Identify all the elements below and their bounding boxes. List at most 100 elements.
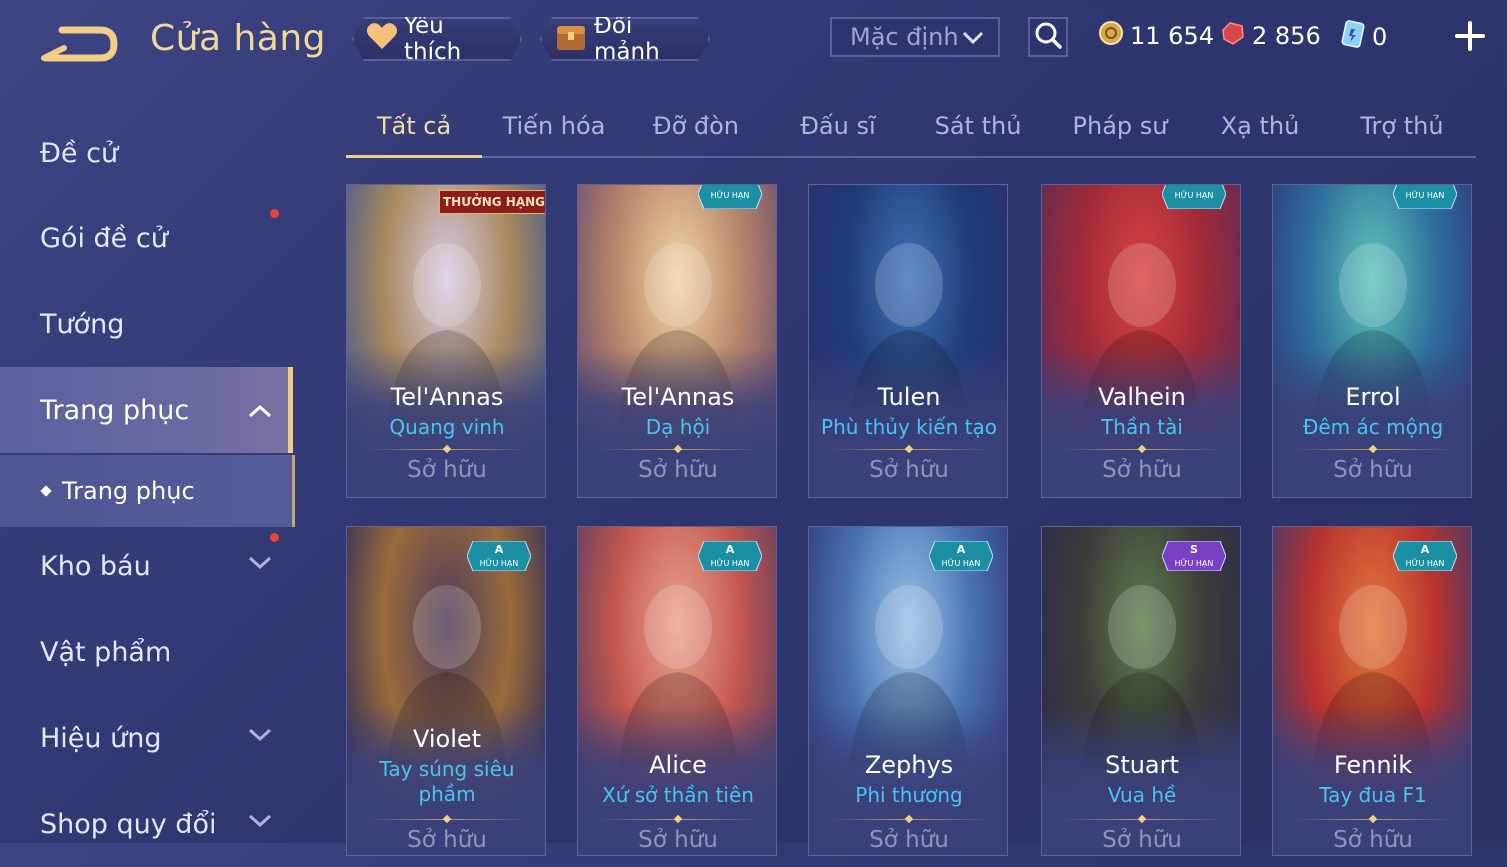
top-bar: Cửa hàng Yêu thích Đổi mảnh Mặc định 11 … <box>0 0 1507 80</box>
sidebar: Đề cử Gói đề cử Tướng Trang phục Trang p… <box>0 105 295 843</box>
svg-text:A: A <box>1421 543 1430 556</box>
skin-card[interactable]: A HỮU HẠN Alice Xứ sở thần tiên Sở hữu <box>577 526 777 856</box>
hero-name: Violet <box>412 725 482 753</box>
sidebar-subitem-skins[interactable]: Trang phục <box>0 455 295 527</box>
svg-text:HỮU HẠN: HỮU HẠN <box>1406 189 1445 201</box>
limited-tier-badge: HỮU HẠN <box>698 185 762 209</box>
skin-name: Quang vinh <box>389 415 505 439</box>
skin-name: Đêm ác mộng <box>1302 415 1444 439</box>
owned-status: Sở hữu <box>638 457 718 483</box>
owned-status: Sở hữu <box>869 827 949 853</box>
sort-dropdown[interactable]: Mặc định <box>830 17 1000 57</box>
skin-card[interactable]: A HỮU HẠN Fennik Tay đua F1 Sở hữu <box>1272 526 1472 856</box>
heart-icon <box>366 22 398 56</box>
notification-dot <box>270 533 279 542</box>
limited-tier-badge: HỮU HẠN <box>1162 185 1226 209</box>
svg-text:HỮU HẠN: HỮU HẠN <box>711 557 750 569</box>
sidebar-item-bundles[interactable]: Gói đề cử <box>0 195 292 281</box>
voucher-balance: 0 <box>1340 20 1387 54</box>
skin-card[interactable]: HỮU HẠN Valhein Thần tài Sở hữu <box>1041 184 1241 498</box>
svg-text:A: A <box>957 543 966 556</box>
skin-name: Xứ sở thần tiên <box>602 783 754 807</box>
tab-fighter[interactable]: Đấu sĩ <box>770 112 906 140</box>
tab-support[interactable]: Trợ thủ <box>1334 112 1470 140</box>
skin-card[interactable]: S HỮU HẠN Stuart Vua hề Sở hữu <box>1041 526 1241 856</box>
sidebar-item-label: Tướng <box>40 308 125 340</box>
skin-card[interactable]: A HỮU HẠN Zephys Phi thương Sở hữu <box>808 526 1008 856</box>
rank-reward-badge: THƯỞNG HẠNG <box>439 190 545 214</box>
tab-all[interactable]: Tất cả <box>346 112 482 140</box>
sidebar-item-label: Kho báu <box>40 550 151 582</box>
skin-name: Dạ hội <box>645 415 711 439</box>
owned-status: Sở hữu <box>407 457 487 483</box>
owned-status: Sở hữu <box>869 457 949 483</box>
sidebar-subitem-label: Trang phục <box>62 477 195 505</box>
search-button[interactable] <box>1028 17 1068 57</box>
skin-name: Tay đua F1 <box>1319 783 1427 807</box>
limited-tier-badge: HỮU HẠN <box>1393 185 1457 209</box>
skin-card[interactable]: A HỮU HẠN Violet Tay súng siêu phầm Sở hữu <box>346 526 546 856</box>
skin-name: Vua hề <box>1107 783 1177 807</box>
sidebar-item-label: Gói đề cử <box>40 222 168 254</box>
gold-coin-icon <box>1098 20 1124 52</box>
gold-balance: 11 654 <box>1098 20 1214 52</box>
skin-name: Tay súng siêu phầm <box>379 757 515 806</box>
skin-name: Phù thủy kiến tạo <box>821 415 997 439</box>
tab-mage[interactable]: Pháp sư <box>1052 112 1188 140</box>
shard-exchange-button[interactable]: Đổi mảnh <box>540 17 710 61</box>
skin-name: Thần tài <box>1101 415 1183 439</box>
shard-exchange-label: Đổi mảnh <box>594 13 660 65</box>
hero-name: Zephys <box>864 751 954 779</box>
hero-name: Stuart <box>1105 751 1179 779</box>
sidebar-item-treasure[interactable]: Kho báu <box>0 523 292 609</box>
skin-card[interactable]: THƯỞNG HẠNG Tel'Annas Quang vinh Sở hữu <box>346 184 546 498</box>
svg-text:HỮU HẠN: HỮU HẠN <box>1175 557 1214 569</box>
search-icon <box>1034 21 1062 53</box>
category-tabs: Tất cả Tiến hóa Đỡ đòn Đấu sĩ Sát thủ Ph… <box>346 100 1476 158</box>
hero-name: Tulen <box>877 383 941 411</box>
sidebar-item-exchange-shop[interactable]: Shop quy đổi <box>0 781 292 867</box>
hero-name: Alice <box>649 751 707 779</box>
favorites-label: Yêu thích <box>404 13 462 65</box>
limited-tier-badge: A HỮU HẠN <box>467 541 531 571</box>
sidebar-item-items[interactable]: Vật phẩm <box>0 609 292 695</box>
chevron-down-icon <box>248 727 272 746</box>
svg-text:HỮU HẠN: HỮU HẠN <box>1175 189 1214 201</box>
tab-assassin[interactable]: Sát thủ <box>910 112 1046 140</box>
tab-marksman[interactable]: Xạ thủ <box>1192 112 1328 140</box>
sidebar-item-heroes[interactable]: Tướng <box>0 281 292 367</box>
tab-tank[interactable]: Đỡ đòn <box>628 112 764 140</box>
page-title: Cửa hàng <box>150 18 327 59</box>
limited-tier-badge: A HỮU HẠN <box>929 541 993 571</box>
sidebar-item-label: Trang phục <box>40 394 190 426</box>
skin-card[interactable]: Tulen Phù thủy kiến tạo Sở hữu <box>808 184 1008 498</box>
tab-evolution[interactable]: Tiến hóa <box>486 112 622 140</box>
notification-dot <box>270 209 279 218</box>
hero-name: Fennik <box>1333 751 1413 779</box>
sidebar-item-effects[interactable]: Hiệu ứng <box>0 695 292 781</box>
favorites-button[interactable]: Yêu thích <box>352 17 522 61</box>
plus-icon[interactable] <box>1450 16 1490 56</box>
chevron-down-icon <box>962 23 984 51</box>
chevron-up-icon <box>248 403 272 422</box>
voucher-amount: 0 <box>1372 23 1388 51</box>
sidebar-item-featured[interactable]: Đề cử <box>0 110 292 196</box>
diamond-bullet-icon <box>40 485 52 497</box>
owned-status: Sở hữu <box>1333 457 1413 483</box>
skin-card[interactable]: HỮU HẠN Errol Đêm ác mộng Sở hữu <box>1272 184 1472 498</box>
limited-tier-badge: A HỮU HẠN <box>698 541 762 571</box>
back-arrow-icon[interactable] <box>40 22 120 64</box>
svg-text:A: A <box>495 543 504 556</box>
sidebar-item-label: Hiệu ứng <box>40 722 162 754</box>
ruby-gem-icon <box>1220 20 1246 52</box>
sidebar-item-skins[interactable]: Trang phục <box>0 367 293 453</box>
limited-tier-badge: S HỮU HẠN <box>1162 541 1226 571</box>
skin-card[interactable]: HỮU HẠN Tel'Annas Dạ hội Sở hữu <box>577 184 777 498</box>
owned-status: Sở hữu <box>1102 457 1182 483</box>
svg-text:HỮU HẠN: HỮU HẠN <box>942 557 981 569</box>
hero-name: Tel'Annas <box>621 383 735 411</box>
hero-name: Valhein <box>1098 383 1186 411</box>
voucher-card-icon <box>1340 20 1366 54</box>
chevron-down-icon <box>248 813 272 832</box>
sort-value: Mặc định <box>850 23 959 51</box>
